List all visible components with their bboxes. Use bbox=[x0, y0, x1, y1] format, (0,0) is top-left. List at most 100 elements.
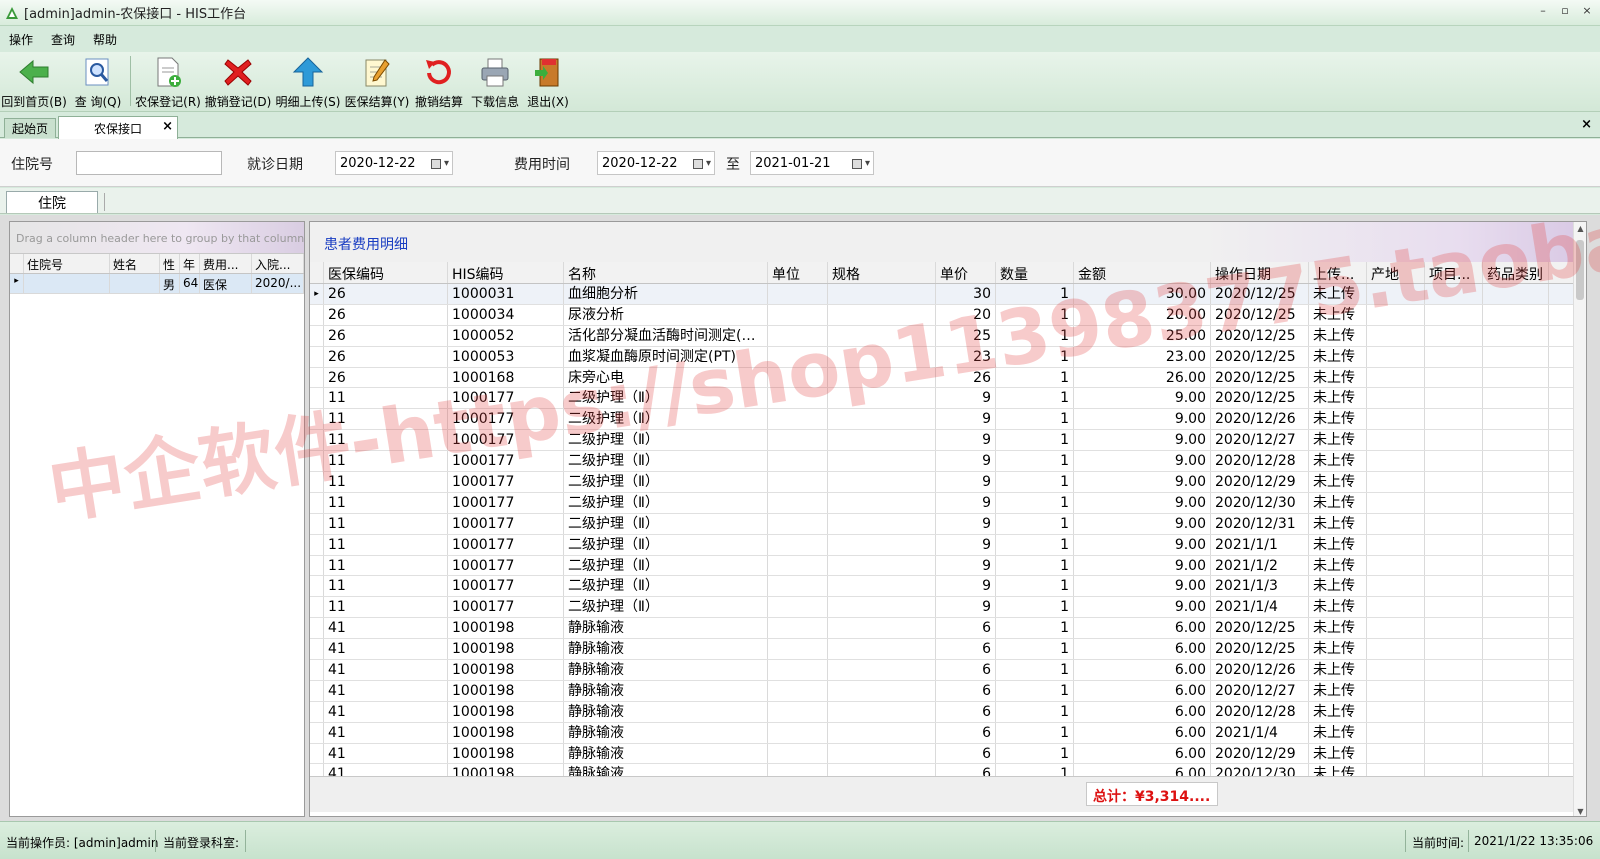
table-row[interactable]: 11 1000177 二级护理（Ⅱ） 9 1 9.00 2020/12/26 未上传 bbox=[310, 409, 1586, 431]
tab-start-page[interactable]: 起始页 bbox=[4, 118, 56, 138]
cell: 未上传 bbox=[1309, 701, 1367, 722]
cancel-settle-button[interactable]: 撤销结算 bbox=[411, 52, 467, 110]
cell bbox=[1483, 284, 1549, 304]
work-area: Drag a column header here to group by th… bbox=[0, 215, 1600, 821]
group-by-panel[interactable]: Drag a column header here to group by th… bbox=[10, 222, 304, 254]
cell: 11 bbox=[324, 513, 448, 534]
table-row[interactable]: 26 1000168 床旁心电 26 1 26.00 2020/12/25 未上传 bbox=[310, 367, 1586, 389]
cell: 2020/12/26 bbox=[1211, 409, 1309, 430]
cell: 未上传 bbox=[1309, 284, 1367, 304]
column-header[interactable]: 入院... bbox=[252, 254, 304, 273]
scroll-up-icon[interactable]: ▲ bbox=[1574, 224, 1586, 233]
fee-grid-header: 医保编码 HIS编码 名称 单位 规格 单价 数量 金额 操作日期 上传... … bbox=[310, 262, 1586, 284]
cell: 1000031 bbox=[448, 284, 564, 304]
cell: 26 bbox=[324, 346, 448, 367]
column-header[interactable]: HIS编码 bbox=[448, 262, 564, 283]
scroll-thumb[interactable] bbox=[1576, 240, 1584, 300]
column-header[interactable]: 数量 bbox=[996, 262, 1074, 283]
menu-query[interactable]: 查询 bbox=[42, 31, 84, 48]
cell: 1 bbox=[996, 472, 1074, 492]
table-row[interactable]: 41 1000198 静脉输液 6 1 6.00 2020/12/30 未上传 bbox=[310, 764, 1586, 776]
table-row[interactable]: 41 1000198 静脉输液 6 1 6.00 2020/12/29 未上传 bbox=[310, 743, 1586, 765]
table-row[interactable]: 11 1000177 二级护理（Ⅱ） 9 1 9.00 2020/12/25 未上传 bbox=[310, 388, 1586, 410]
settle-button[interactable]: 医保结算(Y) bbox=[343, 52, 411, 110]
table-row[interactable]: 11 1000177 二级护理（Ⅱ） 9 1 9.00 2020/12/27 未上传 bbox=[310, 430, 1586, 452]
table-row[interactable]: 11 1000177 二级护理（Ⅱ） 9 1 9.00 2020/12/29 未上传 bbox=[310, 472, 1586, 493]
column-header[interactable]: 金额 bbox=[1074, 262, 1211, 283]
table-row[interactable]: 11 1000177 二级护理（Ⅱ） 9 1 9.00 2020/12/28 未上传 bbox=[310, 451, 1586, 473]
cell: 二级护理（Ⅱ） bbox=[564, 492, 768, 513]
minimize-button[interactable]: – bbox=[1536, 4, 1550, 17]
calendar-dropdown-icon[interactable]: ▾ bbox=[687, 156, 711, 171]
table-row[interactable]: ▸ 男 64 医保 2020/... bbox=[10, 274, 304, 294]
cancel-register-button[interactable]: 撤销登记(D) bbox=[203, 52, 273, 110]
maximize-button[interactable]: ▫ bbox=[1558, 4, 1572, 17]
table-row[interactable]: 11 1000177 二级护理（Ⅱ） 9 1 9.00 2021/1/3 未上传 bbox=[310, 576, 1586, 598]
cell: 二级护理（Ⅱ） bbox=[564, 597, 768, 618]
table-row[interactable]: 11 1000177 二级护理（Ⅱ） 9 1 9.00 2021/1/4 未上传 bbox=[310, 597, 1586, 619]
table-row[interactable]: ▸ 26 1000031 血细胞分析 30 1 30.00 2020/12/25 未上传 bbox=[310, 284, 1586, 305]
table-row[interactable]: 41 1000198 静脉输液 6 1 6.00 2020/12/25 未上传 bbox=[310, 639, 1586, 661]
close-tab-icon[interactable]: × bbox=[162, 119, 173, 134]
download-button[interactable]: 下载信息 bbox=[467, 52, 523, 110]
column-header[interactable]: 操作日期 bbox=[1211, 262, 1309, 283]
table-row[interactable]: 41 1000198 静脉输液 6 1 6.00 2020/12/28 未上传 bbox=[310, 701, 1586, 723]
close-window-button[interactable]: × bbox=[1580, 4, 1594, 17]
column-header[interactable]: 单价 bbox=[936, 262, 996, 283]
undo-icon bbox=[421, 54, 457, 89]
close-all-tabs-icon[interactable]: × bbox=[1581, 117, 1592, 132]
column-header[interactable]: 项目... bbox=[1425, 262, 1483, 283]
column-header[interactable]: 费用... bbox=[200, 254, 252, 273]
register-button[interactable]: 农保登记(R) bbox=[133, 52, 203, 110]
upload-detail-button[interactable]: 明细上传(S) bbox=[273, 52, 343, 110]
inpatient-no-input[interactable] bbox=[76, 151, 222, 175]
table-row[interactable]: 11 1000177 二级护理（Ⅱ） 9 1 9.00 2021/1/1 未上传 bbox=[310, 534, 1586, 556]
home-button[interactable]: 回到首页(B) bbox=[0, 52, 68, 110]
cell bbox=[1425, 576, 1483, 597]
calendar-dropdown-icon[interactable]: ▾ bbox=[846, 156, 870, 171]
cell: 1 bbox=[996, 534, 1074, 555]
cell: 1 bbox=[996, 430, 1074, 451]
fee-start-date-picker[interactable]: 2020-12-22 ▾ bbox=[597, 151, 715, 175]
exit-button[interactable]: 退出(X) bbox=[523, 52, 573, 110]
cell bbox=[1483, 660, 1549, 680]
cell: 静脉输液 bbox=[564, 764, 768, 776]
column-header[interactable]: 性 bbox=[160, 254, 180, 273]
table-row[interactable]: 26 1000034 尿液分析 20 1 20.00 2020/12/25 未上传 bbox=[310, 304, 1586, 326]
cell bbox=[828, 325, 936, 346]
column-header[interactable]: 年 bbox=[180, 254, 200, 273]
visit-date-picker[interactable]: 2020-12-22 ▾ bbox=[335, 151, 453, 175]
menu-help[interactable]: 帮助 bbox=[84, 31, 126, 48]
query-button[interactable]: 查 询(Q) bbox=[68, 52, 128, 110]
scroll-down-icon[interactable]: ▼ bbox=[1574, 807, 1586, 816]
column-header[interactable]: 上传... bbox=[1309, 262, 1367, 283]
column-header[interactable]: 药品类别 bbox=[1483, 262, 1549, 283]
table-row[interactable]: 41 1000198 静脉输液 6 1 6.00 2020/12/25 未上传 bbox=[310, 618, 1586, 640]
menu-operate[interactable]: 操作 bbox=[0, 31, 42, 48]
table-row[interactable]: 11 1000177 二级护理（Ⅱ） 9 1 9.00 2020/12/31 未上传 bbox=[310, 513, 1586, 535]
calendar-dropdown-icon[interactable]: ▾ bbox=[425, 156, 449, 171]
table-row[interactable]: 41 1000198 静脉输液 6 1 6.00 2020/12/27 未上传 bbox=[310, 680, 1586, 702]
column-header[interactable]: 名称 bbox=[564, 262, 768, 283]
table-row[interactable]: 41 1000198 静脉输液 6 1 6.00 2021/1/4 未上传 bbox=[310, 722, 1586, 744]
fee-end-date-picker[interactable]: 2021-01-21 ▾ bbox=[750, 151, 874, 175]
column-header[interactable]: 住院号 bbox=[24, 254, 110, 273]
cell bbox=[828, 743, 936, 764]
tab-inpatient[interactable]: 住院 bbox=[6, 191, 98, 213]
tab-nongbao-interface[interactable]: 农保接口 × bbox=[58, 116, 178, 139]
table-row[interactable]: 26 1000053 血浆凝血酶原时间测定(PT) 23 1 23.00 2020/12/2… bbox=[310, 346, 1586, 368]
vertical-scrollbar[interactable]: ▲ ▼ bbox=[1573, 222, 1586, 816]
cell: 2020/12/31 bbox=[1211, 513, 1309, 534]
column-header[interactable]: 医保编码 bbox=[324, 262, 448, 283]
cell: 11 bbox=[324, 555, 448, 576]
table-row[interactable]: 11 1000177 二级护理（Ⅱ） 9 1 9.00 2020/12/30 未上传 bbox=[310, 492, 1586, 514]
table-row[interactable]: 26 1000052 活化部分凝血活酶时间测定(APTT) 25 1 25.00 2020/… bbox=[310, 325, 1586, 347]
column-header[interactable]: 规格 bbox=[828, 262, 936, 283]
row-indicator bbox=[310, 701, 324, 722]
table-row[interactable]: 41 1000198 静脉输液 6 1 6.00 2020/12/26 未上传 bbox=[310, 660, 1586, 681]
column-header[interactable]: 单位 bbox=[768, 262, 828, 283]
column-header[interactable]: 姓名 bbox=[110, 254, 160, 273]
cell bbox=[1483, 764, 1549, 776]
column-header[interactable]: 产地 bbox=[1367, 262, 1425, 283]
table-row[interactable]: 11 1000177 二级护理（Ⅱ） 9 1 9.00 2021/1/2 未上传 bbox=[310, 555, 1586, 577]
